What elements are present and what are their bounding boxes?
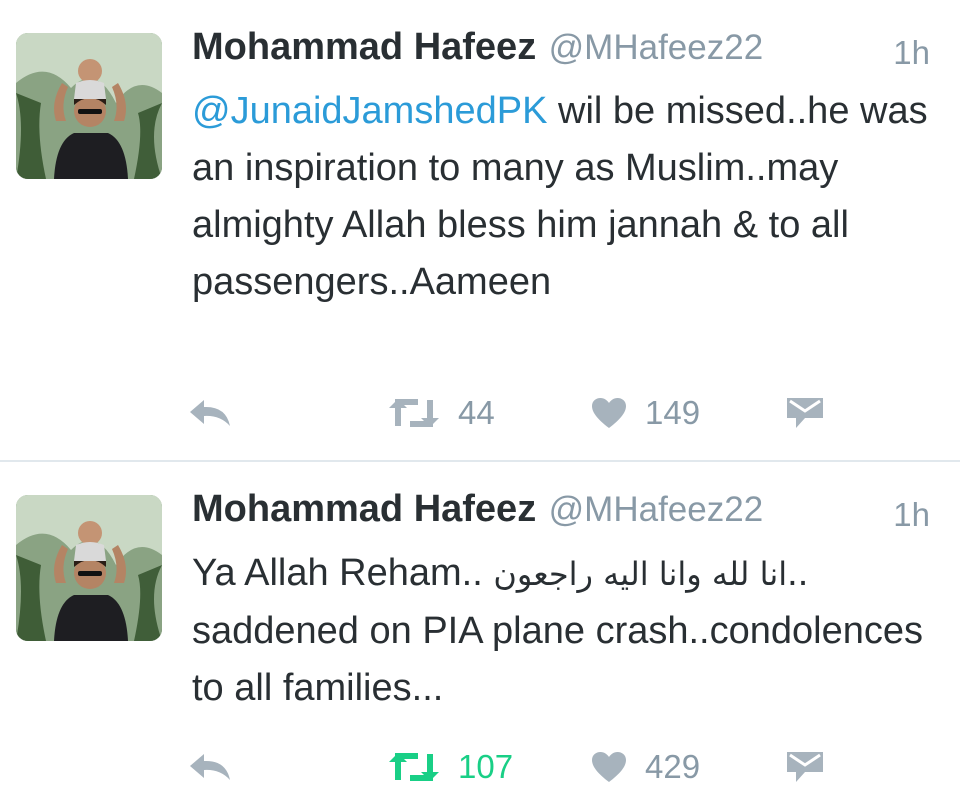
tweet-card[interactable]: Mohammad Hafeez @MHafeez22 1h @JunaidJam…	[0, 0, 960, 462]
heart-icon	[591, 397, 627, 429]
retweet-count: 44	[458, 394, 495, 431]
timestamp[interactable]: 1h	[893, 34, 930, 72]
like-count: 149	[645, 394, 701, 431]
tweet-header: Mohammad Hafeez @MHafeez22 1h	[192, 488, 930, 544]
reply-button[interactable]	[188, 388, 232, 438]
tweet-text-arabic: انا لله وانا اليه راجعون	[493, 555, 788, 593]
retweet-icon	[388, 750, 440, 784]
retweet-button[interactable]: 107	[388, 742, 513, 792]
tweet-text: @JunaidJamshedPK wil be missed..he was a…	[192, 83, 937, 311]
avatar[interactable]	[16, 33, 162, 179]
like-count: 429	[645, 748, 701, 785]
tweet-actions: 107 429	[188, 742, 960, 792]
direct-message-button[interactable]	[786, 742, 824, 792]
like-button[interactable]: 149	[591, 388, 700, 438]
author-name[interactable]: Mohammad Hafeez	[192, 26, 536, 68]
author-handle[interactable]: @MHafeez22	[549, 28, 764, 67]
tweet-text: Ya Allah Reham.. انا لله وانا اليه راجعو…	[192, 545, 937, 717]
author-name[interactable]: Mohammad Hafeez	[192, 488, 536, 530]
envelope-icon	[786, 750, 824, 784]
retweet-button[interactable]: 44	[388, 388, 495, 438]
author-handle[interactable]: @MHafeez22	[549, 490, 764, 529]
envelope-icon	[786, 396, 824, 430]
heart-icon	[591, 751, 627, 783]
tweet-card[interactable]: Mohammad Hafeez @MHafeez22 1h Ya Allah R…	[0, 462, 960, 804]
retweet-icon	[388, 396, 440, 430]
reply-icon	[188, 396, 232, 430]
avatar[interactable]	[16, 495, 162, 641]
tweet-header: Mohammad Hafeez @MHafeez22 1h	[192, 26, 930, 82]
mention-link[interactable]: @JunaidJamshedPK	[192, 90, 547, 132]
reply-button[interactable]	[188, 742, 232, 792]
tweet-text-lead: Ya Allah Reham..	[192, 552, 483, 594]
direct-message-button[interactable]	[786, 388, 824, 438]
reply-icon	[188, 750, 232, 784]
retweet-count: 107	[458, 748, 514, 785]
timestamp[interactable]: 1h	[893, 496, 930, 534]
like-button[interactable]: 429	[591, 742, 700, 792]
tweet-actions: 44 149	[188, 388, 960, 438]
